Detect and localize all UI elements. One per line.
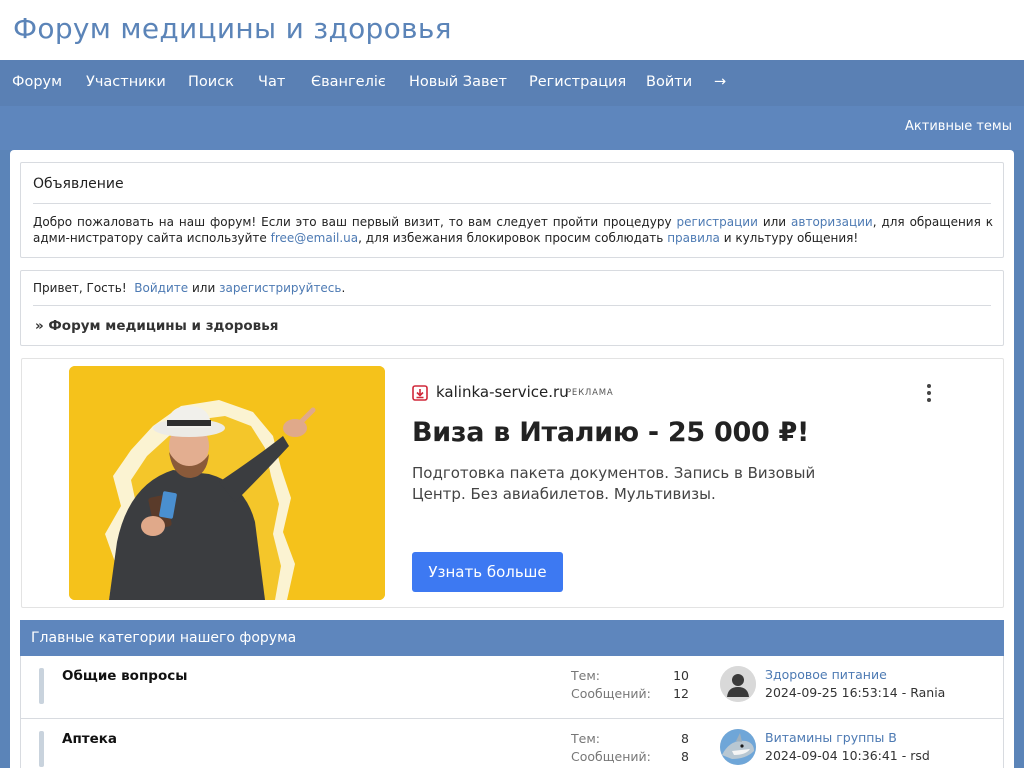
main-navigation: Форум Участники Поиск Чат Євангеліє Новы… <box>0 60 1024 106</box>
breadcrumb[interactable]: » Форум медицины и здоровья <box>35 318 278 334</box>
more-options-icon[interactable] <box>919 383 939 403</box>
welcome-box: Привет, Гость! Войдите или зарегистрируй… <box>20 270 1004 346</box>
announcement-text-part: или <box>757 215 792 229</box>
welcome-period: . <box>341 281 346 295</box>
nav-item-search[interactable]: Поиск <box>188 74 234 90</box>
login-link[interactable]: Войдите <box>134 281 188 295</box>
last-topic-link[interactable]: Витамины группы В <box>765 730 897 745</box>
register-link[interactable]: зарегистрируйтесь <box>219 281 341 295</box>
shark-icon <box>720 729 756 765</box>
nav-item-forum[interactable]: Форум <box>12 74 62 90</box>
nav-item-chat[interactable]: Чат <box>258 74 285 90</box>
topics-count: 8 <box>681 731 689 746</box>
ad-description: Подготовка пакета документов. Запись в В… <box>412 464 816 503</box>
download-icon <box>412 385 428 401</box>
announcement-box: Объявление Добро пожаловать на наш форум… <box>20 162 1004 258</box>
nav-item-gospel[interactable]: Євангеліє <box>311 74 386 90</box>
category-title[interactable]: Общие вопросы <box>62 668 187 684</box>
nav-item-register[interactable]: Регистрация <box>529 74 626 90</box>
nav-arrow-icon[interactable]: → <box>714 74 726 90</box>
categories-header: Главные категории нашего форума <box>20 620 1004 656</box>
ad-domain[interactable]: kalinka-service.ru <box>436 383 569 401</box>
welcome-divider <box>33 305 991 306</box>
categories-header-label: Главные категории нашего форума <box>31 630 297 646</box>
topics-label: Тем: <box>571 668 600 683</box>
rules-link[interactable]: правила <box>667 231 720 245</box>
posts-count: 8 <box>681 749 689 764</box>
category-row: Общие вопросы Тем: 10 Сообщений: 12 Здор… <box>20 656 1004 719</box>
announcement-text-part: Добро пожаловать на наш форум! Если это … <box>33 215 677 229</box>
ad-headline[interactable]: Виза в Италию - 25 000 ₽! <box>412 417 809 448</box>
guest-greeting: Привет, Гость! <box>33 281 127 295</box>
topics-count: 10 <box>673 668 689 683</box>
default-user-avatar-icon[interactable] <box>720 666 756 702</box>
sub-navigation: Активные темы <box>0 106 1024 150</box>
last-post-meta: 2024-09-25 16:53:14 - Rania <box>765 685 946 700</box>
last-post-meta: 2024-09-04 10:36:41 - rsd <box>765 748 930 763</box>
announcement-text-part: и культуру общения! <box>719 230 859 245</box>
nav-item-new-testament[interactable]: Новый Завет <box>409 74 507 90</box>
site-header: Форум медицины и здоровья <box>0 0 1024 60</box>
category-title[interactable]: Аптека <box>62 731 117 747</box>
category-indicator <box>39 731 44 767</box>
admin-email-link[interactable]: free@email.ua <box>271 231 359 245</box>
ad-image[interactable] <box>69 366 385 600</box>
learn-more-button[interactable]: Узнать больше <box>412 552 563 592</box>
nav-item-login[interactable]: Войти <box>646 74 692 90</box>
announcement-title: Объявление <box>33 176 124 192</box>
site-title[interactable]: Форум медицины и здоровья <box>13 12 452 45</box>
topics-label: Тем: <box>571 731 600 746</box>
category-row: Аптека Тем: 8 Сообщений: 8 Витамины груп… <box>20 719 1004 768</box>
announcement-divider <box>33 203 991 204</box>
ad-banner[interactable]: kalinka-service.ru РЕКЛАМА Виза в Италию… <box>21 358 1004 608</box>
ad-photo-man-pointing <box>69 366 385 600</box>
announcement-text-part: , для избежания блокировок просим соблюд… <box>358 230 668 245</box>
registration-link[interactable]: регистрации <box>676 215 757 229</box>
authorization-link[interactable]: авторизации <box>791 215 873 229</box>
last-topic-link[interactable]: Здоровое питание <box>765 667 887 682</box>
active-topics-link[interactable]: Активные темы <box>905 119 1012 134</box>
category-indicator <box>39 668 44 704</box>
welcome-line: Привет, Гость! Войдите или зарегистрируй… <box>33 281 345 295</box>
shark-avatar-icon[interactable] <box>720 729 756 765</box>
welcome-or: или <box>191 281 216 295</box>
ad-label: РЕКЛАМА <box>566 388 614 398</box>
user-silhouette-icon <box>720 666 756 702</box>
posts-count: 12 <box>673 686 689 701</box>
nav-item-members[interactable]: Участники <box>86 74 166 90</box>
announcement-text: Добро пожаловать на наш форум! Если это … <box>33 215 993 246</box>
main-content: Объявление Добро пожаловать на наш форум… <box>10 150 1014 768</box>
